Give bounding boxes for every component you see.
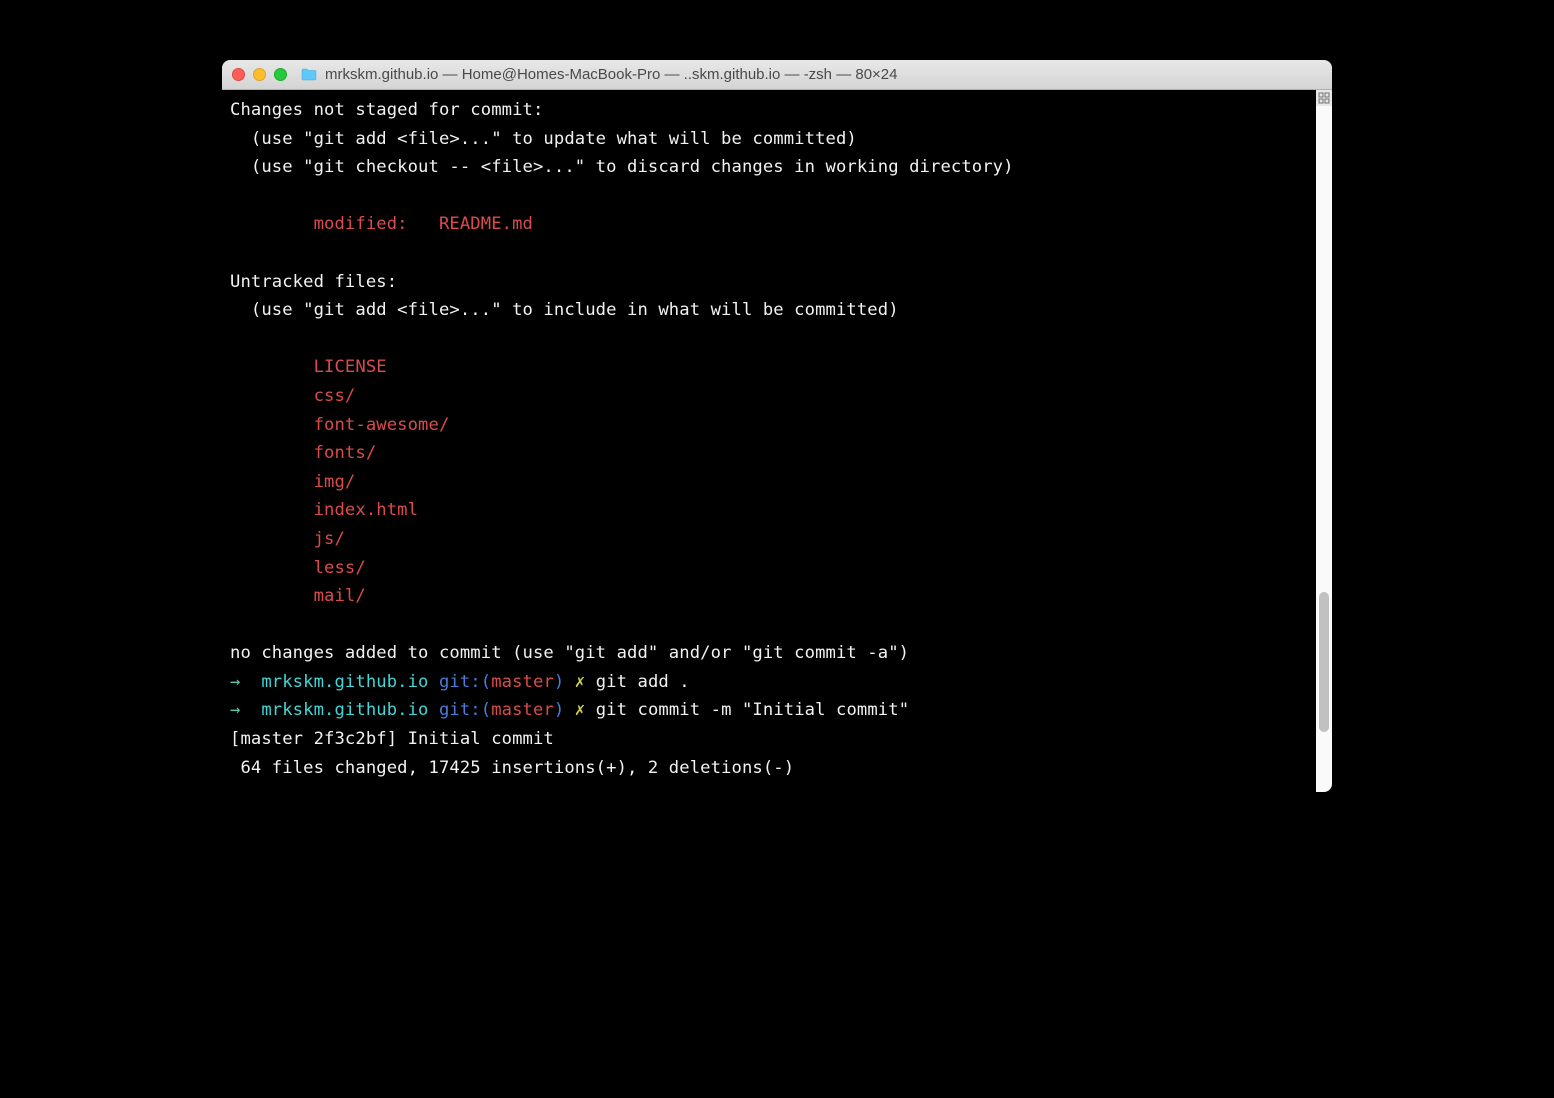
modified-file: modified: README.md: [230, 214, 533, 234]
maximize-button[interactable]: [274, 68, 287, 81]
scroll-corner-icon: [1316, 90, 1332, 106]
scrollbar-thumb[interactable]: [1319, 592, 1329, 732]
terminal-body[interactable]: Changes not staged for commit: (use "git…: [222, 90, 1332, 792]
traffic-lights: [232, 68, 287, 81]
untracked-file: LICENSE: [230, 357, 387, 377]
command-text: git add .: [596, 672, 690, 692]
terminal-output: Changes not staged for commit: (use "git…: [230, 96, 1332, 782]
folder-icon: [301, 68, 317, 81]
untracked-file: mail/: [230, 586, 366, 606]
untracked-file: font-awesome/: [230, 415, 449, 435]
prompt-line: → mrkskm.github.io git:(master) ✗ git ad…: [230, 672, 690, 692]
prompt-git-close: ): [554, 672, 575, 692]
prompt-arrow: →: [230, 672, 261, 692]
output-line: no changes added to commit (use "git add…: [230, 643, 909, 663]
prompt-branch: master: [491, 700, 554, 720]
window-title: mrkskm.github.io — Home@Homes-MacBook-Pr…: [325, 66, 898, 83]
untracked-file: css/: [230, 386, 355, 406]
prompt-git-open: git:(: [429, 672, 492, 692]
untracked-file: fonts/: [230, 443, 376, 463]
prompt-line: → mrkskm.github.io git:(master) ✗ git co…: [230, 700, 909, 720]
output-line: (use "git add <file>..." to update what …: [230, 129, 857, 149]
command-text: git commit -m "Initial commit": [596, 700, 909, 720]
prompt-arrow: →: [230, 700, 261, 720]
prompt-dir: mrkskm.github.io: [261, 700, 428, 720]
untracked-file: index.html: [230, 500, 418, 520]
output-line: [master 2f3c2bf] Initial commit: [230, 729, 554, 749]
prompt-dirty-icon: ✗: [575, 672, 596, 692]
prompt-dirty-icon: ✗: [575, 700, 596, 720]
output-line: (use "git checkout -- <file>..." to disc…: [230, 157, 1014, 177]
untracked-file: less/: [230, 558, 366, 578]
prompt-git-open: git:(: [429, 700, 492, 720]
output-line: Untracked files:: [230, 272, 397, 292]
window-titlebar[interactable]: mrkskm.github.io — Home@Homes-MacBook-Pr…: [222, 60, 1332, 90]
terminal-window: mrkskm.github.io — Home@Homes-MacBook-Pr…: [222, 60, 1332, 792]
scrollbar-track[interactable]: [1316, 90, 1332, 792]
untracked-file: img/: [230, 472, 355, 492]
prompt-dir: mrkskm.github.io: [261, 672, 428, 692]
output-line: Changes not staged for commit:: [230, 100, 543, 120]
output-line: 64 files changed, 17425 insertions(+), 2…: [230, 758, 794, 778]
close-button[interactable]: [232, 68, 245, 81]
minimize-button[interactable]: [253, 68, 266, 81]
output-line: (use "git add <file>..." to include in w…: [230, 300, 899, 320]
untracked-file: js/: [230, 529, 345, 549]
prompt-branch: master: [491, 672, 554, 692]
prompt-git-close: ): [554, 700, 575, 720]
